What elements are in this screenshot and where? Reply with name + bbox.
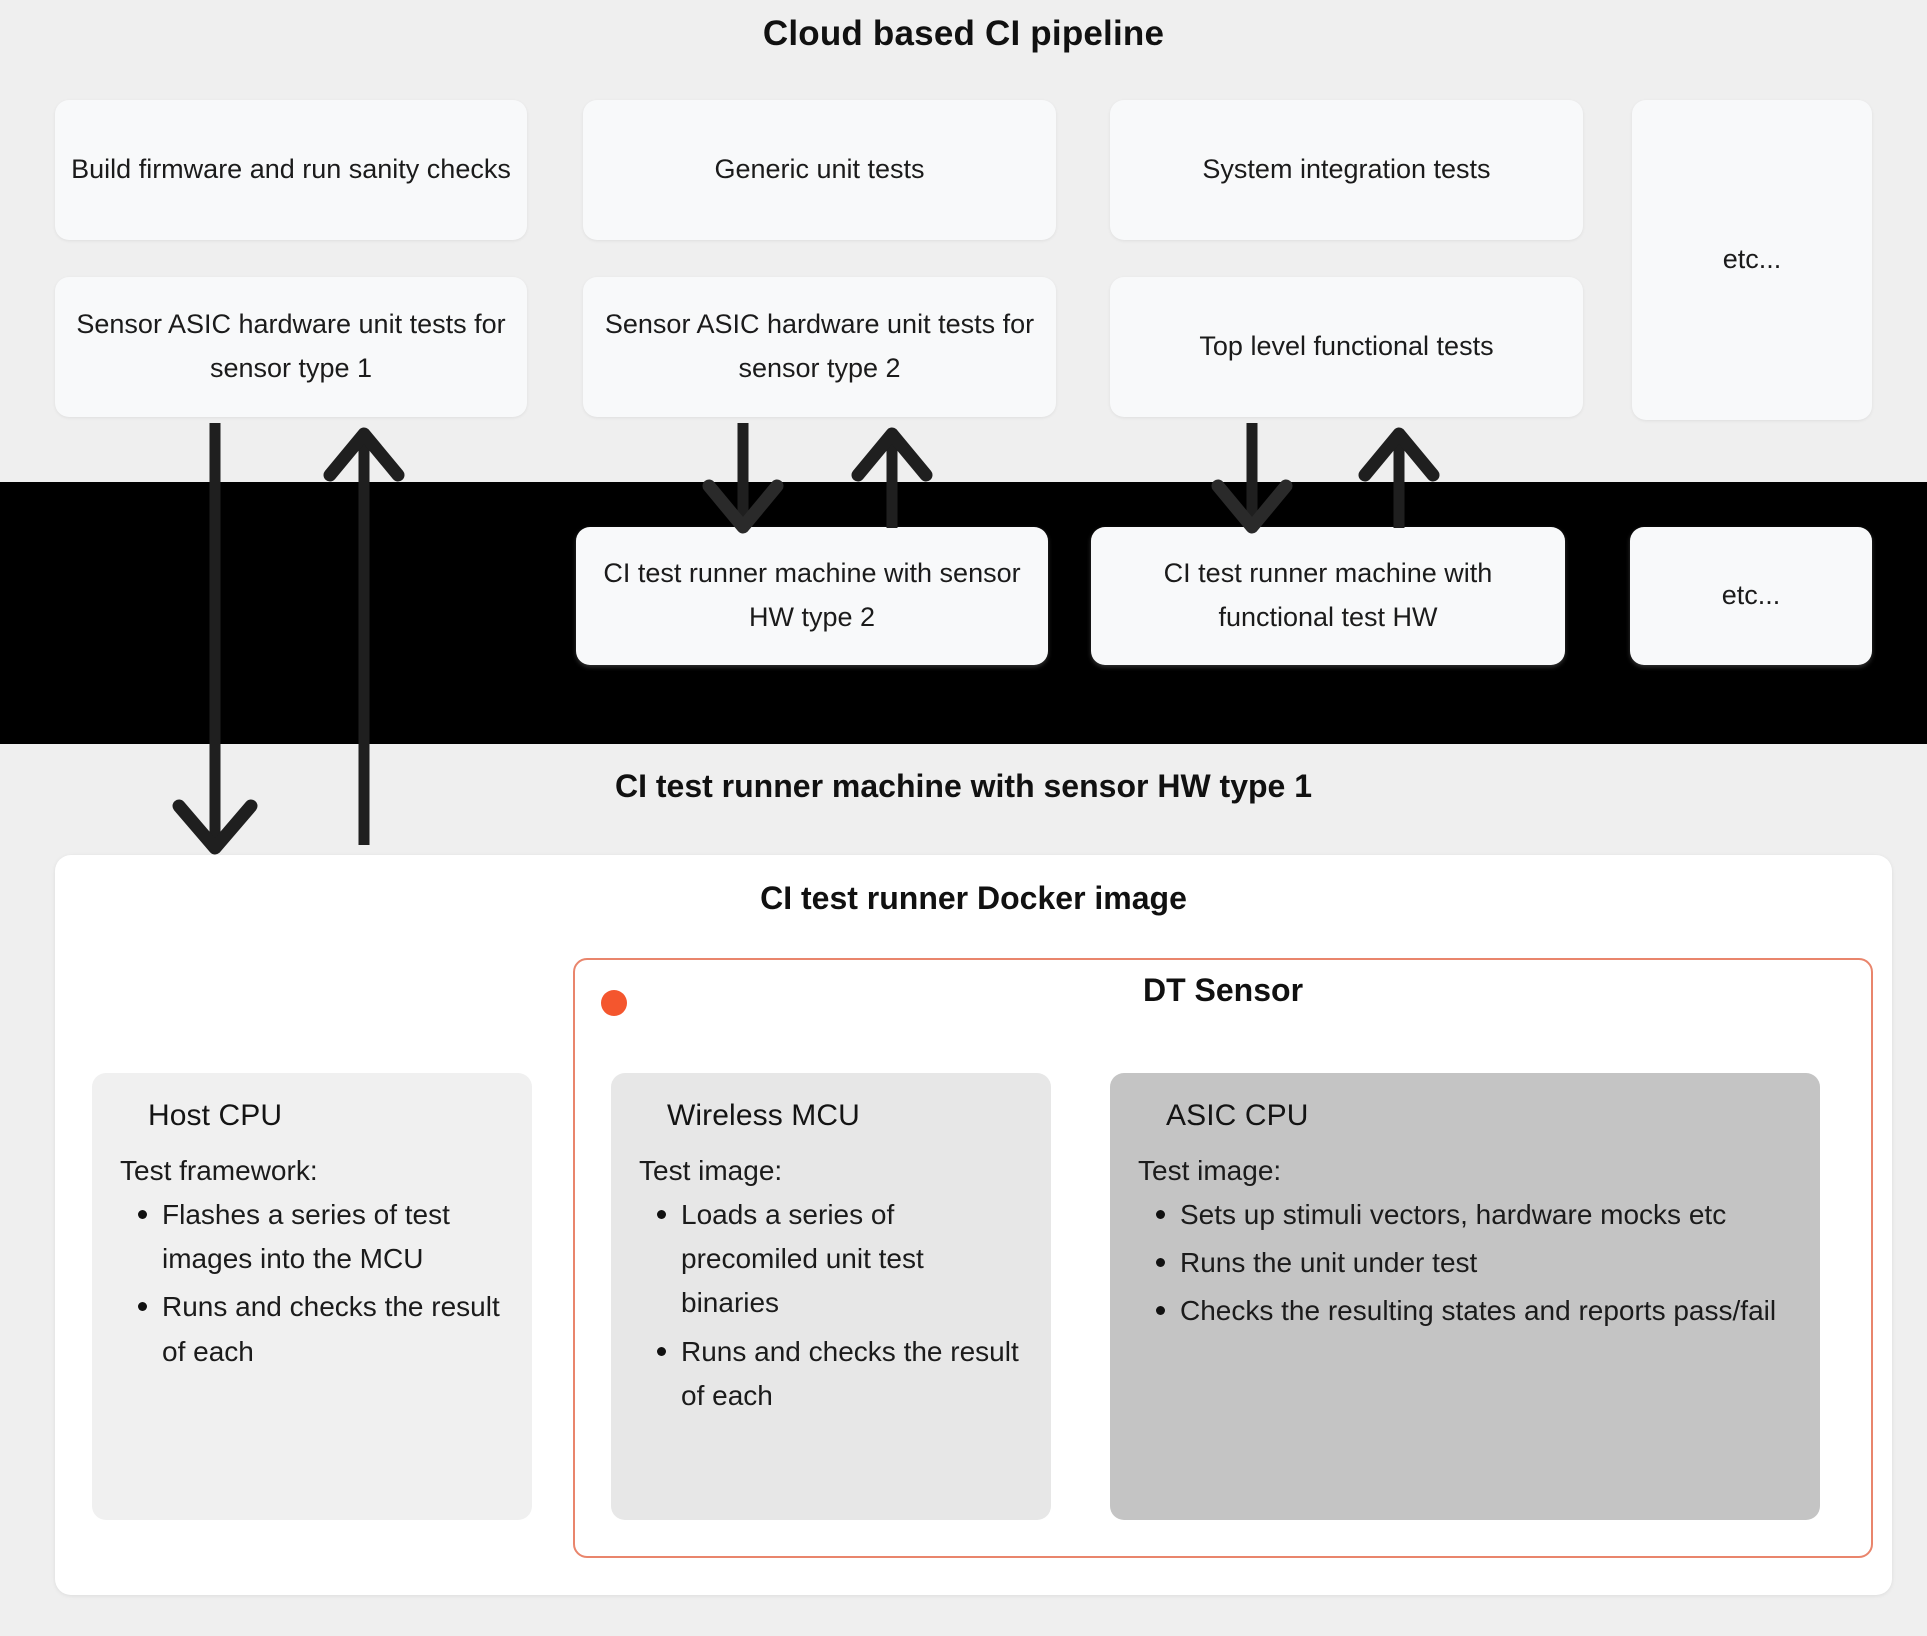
- list-item: Runs and checks the result of each: [657, 1330, 1023, 1418]
- stage-label: Generic unit tests: [714, 154, 925, 185]
- core-subtitle: Test image:: [1138, 1155, 1282, 1186]
- stage-box-system-integration-tests[interactable]: System integration tests: [1110, 100, 1583, 240]
- stage-label: Build firmware and run sanity checks: [71, 154, 511, 185]
- core-title: Wireless MCU: [667, 1099, 860, 1132]
- core-subtitle: Test image:: [639, 1155, 783, 1186]
- core-card-host-cpu[interactable]: Host CPU Test framework: Flashes a serie…: [92, 1073, 532, 1520]
- runner-label: CI test runner machine with sensor HW ty…: [603, 558, 1021, 632]
- runner-box-functional-test-hw[interactable]: CI test runner machine with functional t…: [1091, 527, 1565, 665]
- stage-label: Top level functional tests: [1199, 331, 1494, 362]
- arrowhead-up-type1: [323, 427, 405, 482]
- stage-label: etc...: [1722, 244, 1782, 275]
- stage-label: System integration tests: [1202, 154, 1491, 185]
- runner-label: etc...: [1721, 580, 1781, 611]
- core-subtitle: Test framework:: [120, 1155, 318, 1186]
- stage-label: Sensor ASIC hardware unit tests for sens…: [604, 309, 1035, 383]
- page-title: Cloud based CI pipeline: [762, 14, 1165, 53]
- core-bullet-list: Sets up stimuli vectors, hardware mocks …: [1138, 1193, 1792, 1334]
- stage-box-generic-unit-tests[interactable]: Generic unit tests: [583, 100, 1056, 240]
- list-item: Checks the resulting states and reports …: [1156, 1289, 1792, 1333]
- stage-box-etc[interactable]: etc...: [1632, 100, 1872, 420]
- runner-type1-title: CI test runner machine with sensor HW ty…: [614, 768, 1313, 804]
- diagram-canvas: Cloud based CI pipeline Build firmware a…: [0, 0, 1927, 1636]
- arrowhead-up-type2: [851, 427, 933, 482]
- arrowhead-up-func: [1358, 427, 1440, 482]
- arrowhead-down-type1: [172, 799, 258, 855]
- core-bullet-list: Flashes a series of test images into the…: [120, 1193, 504, 1374]
- core-bullet-list: Loads a series of precomiled unit test b…: [639, 1193, 1023, 1418]
- core-card-asic-cpu[interactable]: ASIC CPU Test image: Sets up stimuli vec…: [1110, 1073, 1820, 1520]
- stage-label: Sensor ASIC hardware unit tests for sens…: [76, 309, 506, 383]
- stage-box-sensor-asic-type-1[interactable]: Sensor ASIC hardware unit tests for sens…: [55, 277, 527, 417]
- runner-box-sensor-hw-type-2[interactable]: CI test runner machine with sensor HW ty…: [576, 527, 1048, 665]
- core-card-wireless-mcu[interactable]: Wireless MCU Test image: Loads a series …: [611, 1073, 1051, 1520]
- core-title: ASIC CPU: [1166, 1099, 1309, 1132]
- runner-box-etc[interactable]: etc...: [1630, 527, 1872, 665]
- list-item: Runs and checks the result of each: [138, 1285, 504, 1373]
- dt-sensor-title: DT Sensor: [1142, 972, 1304, 1008]
- list-item: Flashes a series of test images into the…: [138, 1193, 504, 1281]
- stage-box-sensor-asic-type-2[interactable]: Sensor ASIC hardware unit tests for sens…: [583, 277, 1056, 417]
- runner-label: CI test runner machine with functional t…: [1163, 558, 1493, 632]
- list-item: Sets up stimuli vectors, hardware mocks …: [1156, 1193, 1792, 1237]
- stage-box-top-level-functional-tests[interactable]: Top level functional tests: [1110, 277, 1583, 417]
- core-title: Host CPU: [148, 1099, 283, 1132]
- stage-box-build-firmware[interactable]: Build firmware and run sanity checks: [55, 100, 527, 240]
- list-item: Loads a series of precomiled unit test b…: [657, 1193, 1023, 1326]
- list-item: Runs the unit under test: [1156, 1241, 1792, 1285]
- docker-image-title: CI test runner Docker image: [760, 880, 1187, 916]
